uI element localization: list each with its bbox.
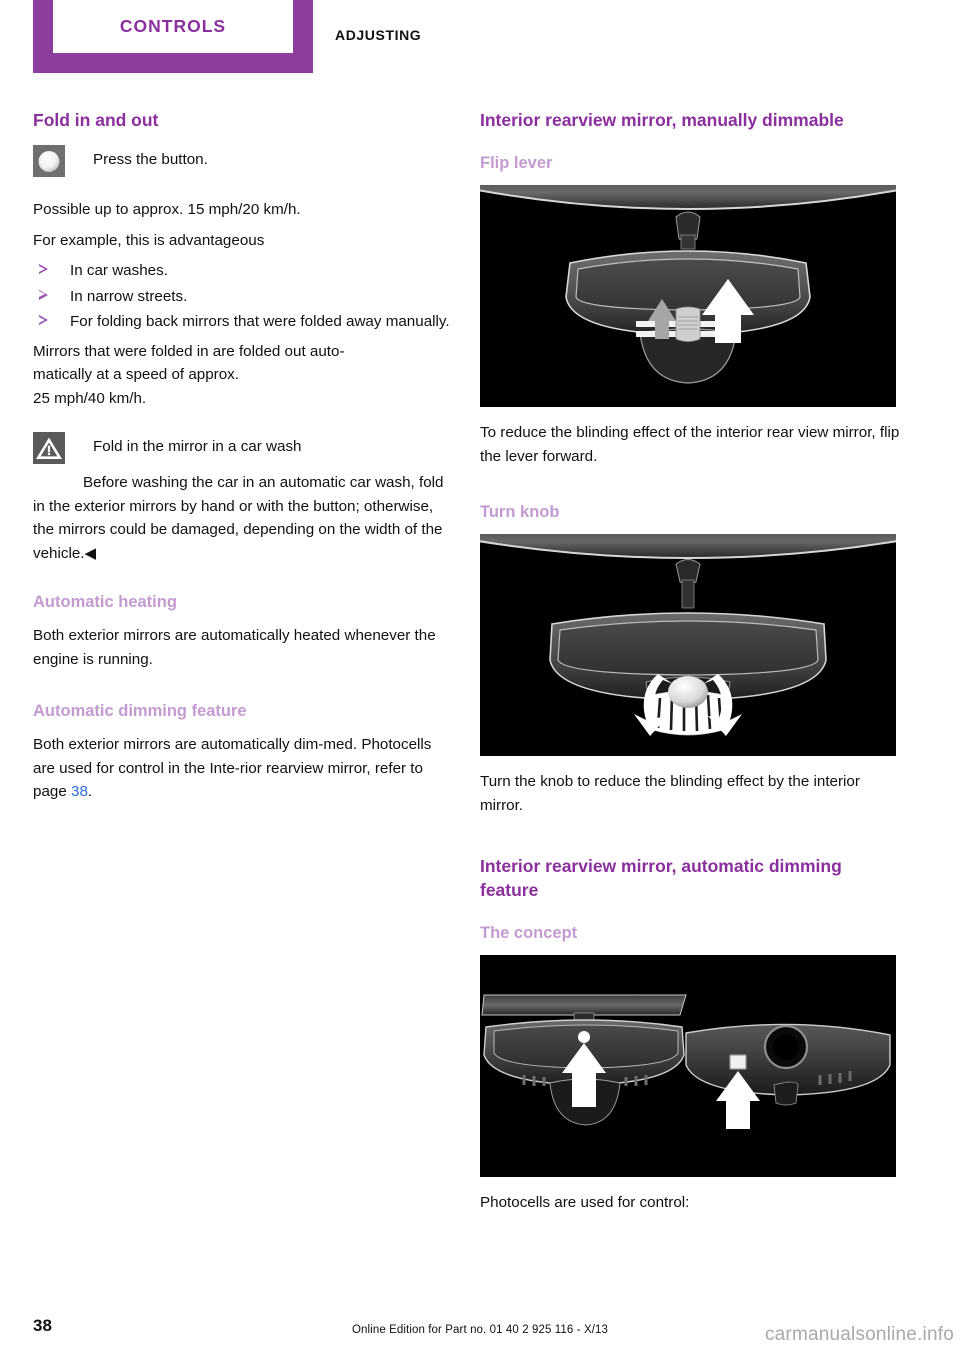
heading-interior-mirror-auto: Interior rearview mirror, automatic dimm… xyxy=(480,856,842,900)
page-footer: 38 Online Edition for Part no. 01 40 2 9… xyxy=(0,1302,960,1362)
left-column: Fold in and out Press the button. Possib… xyxy=(33,108,453,811)
warning-triangle-icon xyxy=(33,432,65,464)
paragraph-advantageous: For example, this is advantageous xyxy=(33,231,265,249)
page-header: CONTROLS ADJUSTING xyxy=(0,0,960,90)
heading-the-concept: The concept xyxy=(480,924,578,942)
section-title: ADJUSTING xyxy=(335,27,422,43)
paragraph-autofold-line1: Mirrors that were folded in are folded o… xyxy=(33,342,345,360)
rearview-mirror-turn-knob-figure xyxy=(480,534,896,756)
list-item: In narrow streets. xyxy=(33,285,453,309)
list-item: For folding back mirrors that were folde… xyxy=(33,310,453,334)
bullet-triangle-icon xyxy=(39,315,48,325)
caption-flip-lever: To reduce the blinding effect of the int… xyxy=(480,424,900,465)
paragraph-autofold-line3: 25 mph/40 km/h. xyxy=(33,389,147,407)
chapter-tab-inner: CONTROLS xyxy=(53,0,293,53)
page-reference-link[interactable]: 38 xyxy=(71,783,88,800)
warning-body-block: Before washing the car in an automatic c… xyxy=(33,471,453,565)
button-instruction-text: Press the button. xyxy=(93,151,208,168)
caption-turn-knob: Turn the knob to reduce the blinding eff… xyxy=(480,773,860,814)
rearview-mirror-photocells-figure xyxy=(480,955,896,1177)
dimming-body-before: Both exterior mirrors are automatically … xyxy=(33,736,432,800)
caption-photocells: Photocells are used for control: xyxy=(480,1194,690,1211)
list-item-label: In narrow streets. xyxy=(70,287,188,305)
paragraph-automatic-dimming: Both exterior mirrors are automatically … xyxy=(33,733,453,804)
warning-title-row: Fold in the mirror in a car wash xyxy=(33,431,453,465)
right-column: Interior rearview mirror, manually dimma… xyxy=(480,108,900,1222)
round-button-icon xyxy=(33,145,65,177)
button-instruction-row: Press the button. xyxy=(33,144,453,178)
heading-automatic-heating: Automatic heating xyxy=(33,593,177,611)
heading-flip-lever: Flip lever xyxy=(480,154,553,172)
paragraph-automatic-heating: Both exterior mirrors are automatically … xyxy=(33,627,436,668)
chapter-tab-label: CONTROLS xyxy=(119,16,227,36)
heading-automatic-dimming: Automatic dimming feature xyxy=(33,702,247,720)
rearview-mirror-flip-lever-figure xyxy=(480,185,896,407)
heading-interior-mirror-manual: Interior rearview mirror, manually dimma… xyxy=(480,110,844,130)
page-heading-fold-in-and-out: Fold in and out xyxy=(33,110,159,130)
dimming-body-after: . xyxy=(87,783,93,800)
chapter-tab: CONTROLS xyxy=(33,0,313,73)
bullet-triangle-icon xyxy=(39,264,48,274)
advantage-bullet-list: In car washes. In narrow streets. For fo… xyxy=(33,259,453,334)
paragraph-autofold-line2: matically at a speed of approx. xyxy=(33,366,239,383)
manual-page: CONTROLS ADJUSTING Fold in and out Press… xyxy=(0,0,960,1362)
heading-turn-knob: Turn knob xyxy=(480,503,560,521)
watermark: carmanualsonline.info xyxy=(764,1324,954,1345)
list-item: In car washes. xyxy=(33,259,453,283)
warning-title: Fold in the mirror in a car wash xyxy=(93,438,302,455)
list-item-label: For folding back mirrors that were folde… xyxy=(70,313,450,330)
paragraph-speed-limit: Possible up to approx. 15 mph/20 km/h. xyxy=(33,201,301,218)
warning-end-mark: ◀ xyxy=(84,544,97,562)
bullet-triangle-icon xyxy=(39,289,48,300)
list-item-label: In car washes. xyxy=(70,262,168,279)
